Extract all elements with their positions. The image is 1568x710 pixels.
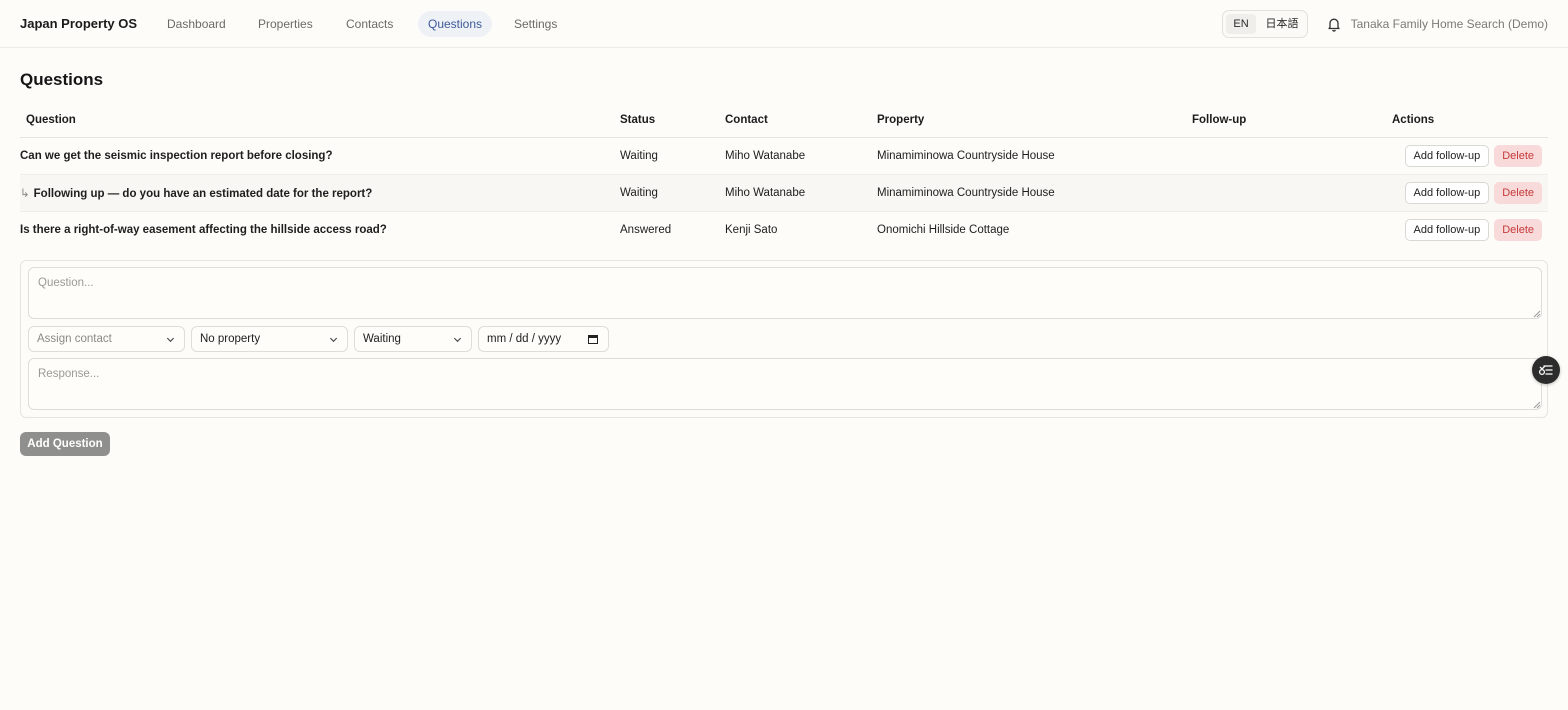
add-followup-button[interactable]: Add follow-up: [1404, 144, 1490, 167]
header-question: Question: [20, 103, 620, 138]
account-name[interactable]: Tanaka Family Home Search (Demo): [1351, 17, 1548, 31]
language-en-button[interactable]: EN: [1226, 14, 1256, 34]
header-actions: Actions: [1392, 103, 1548, 138]
followup-question-cell: ↳ Following up — do you have an estimated…: [20, 174, 620, 212]
contact-cell: Kenji Sato: [725, 223, 778, 236]
status-cell: Waiting: [620, 137, 725, 175]
feedback-button[interactable]: [1532, 356, 1560, 384]
contact-cell: Miho Watanabe: [725, 137, 877, 175]
header-followup: Follow-up: [1192, 103, 1392, 138]
followup-arrow-icon: ↳: [20, 187, 30, 200]
nav-dashboard[interactable]: Dashboard: [157, 11, 236, 37]
app-title[interactable]: Japan Property OS: [20, 16, 137, 31]
language-switch: EN 日本語: [1222, 10, 1308, 38]
resize-handle-icon[interactable]: [1533, 310, 1541, 318]
chevron-down-icon: [166, 337, 175, 343]
top-navbar: Japan Property OS Dashboard Properties C…: [0, 0, 1568, 48]
add-followup-button[interactable]: Add follow-up: [1404, 181, 1490, 204]
assign-contact-select[interactable]: Assign contact: [28, 326, 185, 352]
property-cell: Minamiminowa Countryside House: [877, 137, 1192, 175]
actions-cell: Add follow-up Delete: [1392, 137, 1548, 175]
table-row: Can we get the seismic inspection report…: [20, 137, 1548, 175]
followup-cell: [1192, 174, 1392, 212]
table-row: ↳ Following up — do you have an estimated…: [20, 174, 1548, 212]
nav-contacts[interactable]: Contacts: [336, 11, 403, 37]
question-text: Is there a right-of-way easement affecti…: [20, 223, 387, 236]
property-select[interactable]: No property: [191, 326, 348, 352]
question-input[interactable]: Question...: [28, 267, 1542, 319]
header-contact: Contact: [725, 103, 877, 138]
delete-button[interactable]: Delete: [1494, 144, 1542, 167]
status-cell: Waiting: [620, 174, 725, 212]
actions-cell: Add follow-up Delete: [1392, 174, 1548, 212]
question-text: Can we get the seismic inspection report…: [20, 137, 620, 175]
language-ja-button[interactable]: 日本語: [1260, 14, 1304, 34]
delete-button[interactable]: Delete: [1494, 181, 1542, 204]
status-select[interactable]: Waiting: [354, 326, 472, 352]
nav-settings[interactable]: Settings: [504, 11, 567, 37]
header-status: Status: [620, 103, 725, 138]
resize-handle-icon[interactable]: [1533, 401, 1541, 409]
table-row: Is there a right-of-way easement affecti…: [20, 211, 1548, 248]
followup-cell: [1192, 211, 1392, 248]
page-title: Questions: [20, 70, 104, 89]
add-followup-button[interactable]: Add follow-up: [1404, 218, 1490, 241]
response-input[interactable]: Response...: [28, 358, 1542, 410]
calendar-icon[interactable]: [588, 334, 598, 344]
property-cell: Minamiminowa Countryside House: [877, 174, 1192, 212]
chevron-down-icon: [453, 337, 462, 343]
chevron-down-icon: [329, 337, 338, 343]
add-question-button[interactable]: Add Question: [20, 432, 110, 456]
delete-button[interactable]: Delete: [1494, 218, 1542, 241]
followup-cell: [1192, 137, 1392, 175]
question-text: Following up — do you have an estimated …: [33, 187, 373, 200]
actions-cell: Add follow-up Delete: [1392, 211, 1548, 248]
nav-properties[interactable]: Properties: [248, 11, 323, 37]
status-cell: Answered: [620, 223, 672, 236]
table-header-row: Question Status Contact Property Follow-…: [20, 103, 1548, 138]
new-question-form: Question... Assign contact No property W…: [20, 260, 1548, 418]
followup-date-input[interactable]: mm / dd / yyyy: [478, 326, 609, 352]
property-cell: Onomichi Hillside Cottage: [877, 223, 1010, 236]
header-property: Property: [877, 103, 1192, 138]
questions-table: Question Status Contact Property Follow-…: [20, 103, 1548, 248]
bell-icon[interactable]: [1326, 16, 1342, 32]
feedback-icon: [1538, 365, 1553, 376]
nav-questions[interactable]: Questions: [418, 11, 493, 37]
contact-cell: Miho Watanabe: [725, 174, 877, 212]
